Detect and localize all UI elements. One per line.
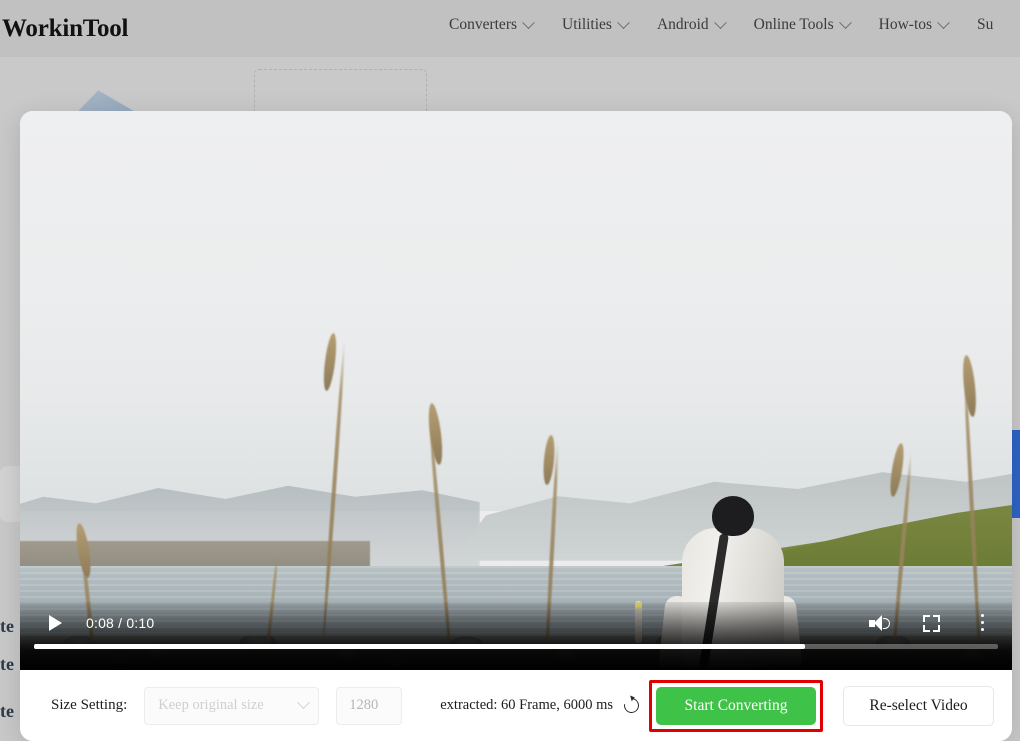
scene-sky — [20, 111, 1012, 511]
fullscreen-button[interactable] — [916, 610, 946, 636]
play-button[interactable] — [42, 610, 68, 636]
size-setting-label: Size Setting: — [51, 697, 128, 713]
nav-item-android[interactable]: Android — [656, 15, 727, 34]
conversion-toolbar: Size Setting: Keep original size 1280 ex… — [20, 670, 1012, 741]
nav-label: Utilities — [562, 16, 612, 33]
scene-person-head — [712, 496, 754, 536]
progress-bar-played — [34, 644, 806, 649]
chevron-down-icon — [297, 696, 311, 710]
brand-logo[interactable]: WorkinTool — [2, 15, 128, 43]
chevron-down-icon — [838, 15, 852, 29]
volume-icon — [869, 614, 890, 632]
site-header: WorkinTool Converters Utilities Android … — [0, 0, 1020, 57]
chevron-down-icon — [937, 15, 950, 29]
start-converting-button[interactable]: Start Converting — [656, 686, 816, 725]
video-player[interactable]: 0:08 / 0:10 — [20, 111, 1012, 670]
background-text-fragment: te — [0, 616, 14, 636]
more-options-icon — [981, 614, 985, 632]
reselect-video-button[interactable]: Re-select Video — [843, 685, 994, 726]
chevron-down-icon — [617, 15, 630, 29]
nav-label: Converters — [449, 16, 518, 33]
annotation-highlight-box: Start Converting — [649, 679, 823, 732]
chevron-down-icon — [713, 15, 727, 29]
volume-button[interactable] — [864, 610, 894, 636]
time-display: 0:08 / 0:10 — [86, 615, 155, 631]
width-input[interactable]: 1280 — [336, 686, 403, 725]
chevron-down-icon — [522, 15, 535, 29]
nav-label: Su — [977, 16, 994, 33]
background-text-fragment: te — [0, 654, 14, 674]
nav-label: Android — [656, 16, 709, 33]
video-converter-modal: 0:08 / 0:10 Size Setting: Keep original — [20, 111, 1012, 741]
nav-label: Online Tools — [753, 16, 834, 33]
nav-item-support[interactable]: Su — [977, 16, 993, 34]
nav-item-converters[interactable]: Converters — [449, 15, 535, 34]
video-frame-image — [20, 111, 1012, 670]
nav-item-how-tos[interactable]: How-tos — [878, 15, 950, 34]
extraction-status: extracted: 60 Frame, 6000 ms — [440, 695, 642, 716]
extraction-status-text: extracted: 60 Frame, 6000 ms — [440, 697, 613, 713]
size-preset-value: Keep original size — [158, 697, 264, 713]
more-options-button[interactable] — [968, 610, 998, 636]
size-preset-select[interactable]: Keep original size — [144, 686, 320, 725]
progress-bar[interactable] — [34, 644, 998, 649]
play-icon — [48, 615, 62, 631]
main-navigation: Converters Utilities Android Online Tool… — [449, 15, 993, 34]
fullscreen-icon — [922, 614, 940, 632]
refresh-icon[interactable] — [621, 695, 642, 716]
nav-label: How-tos — [878, 16, 933, 33]
background-text-fragment: te — [0, 701, 14, 721]
nav-item-online-tools[interactable]: Online Tools — [753, 15, 852, 34]
player-buttons-row: 0:08 / 0:10 — [20, 602, 1012, 644]
toolbar-actions: Start Converting Re-select Video — [649, 679, 1000, 732]
player-control-bar: 0:08 / 0:10 — [20, 602, 1012, 670]
nav-item-utilities[interactable]: Utilities — [562, 15, 630, 34]
background-accent-bar — [1012, 430, 1020, 518]
